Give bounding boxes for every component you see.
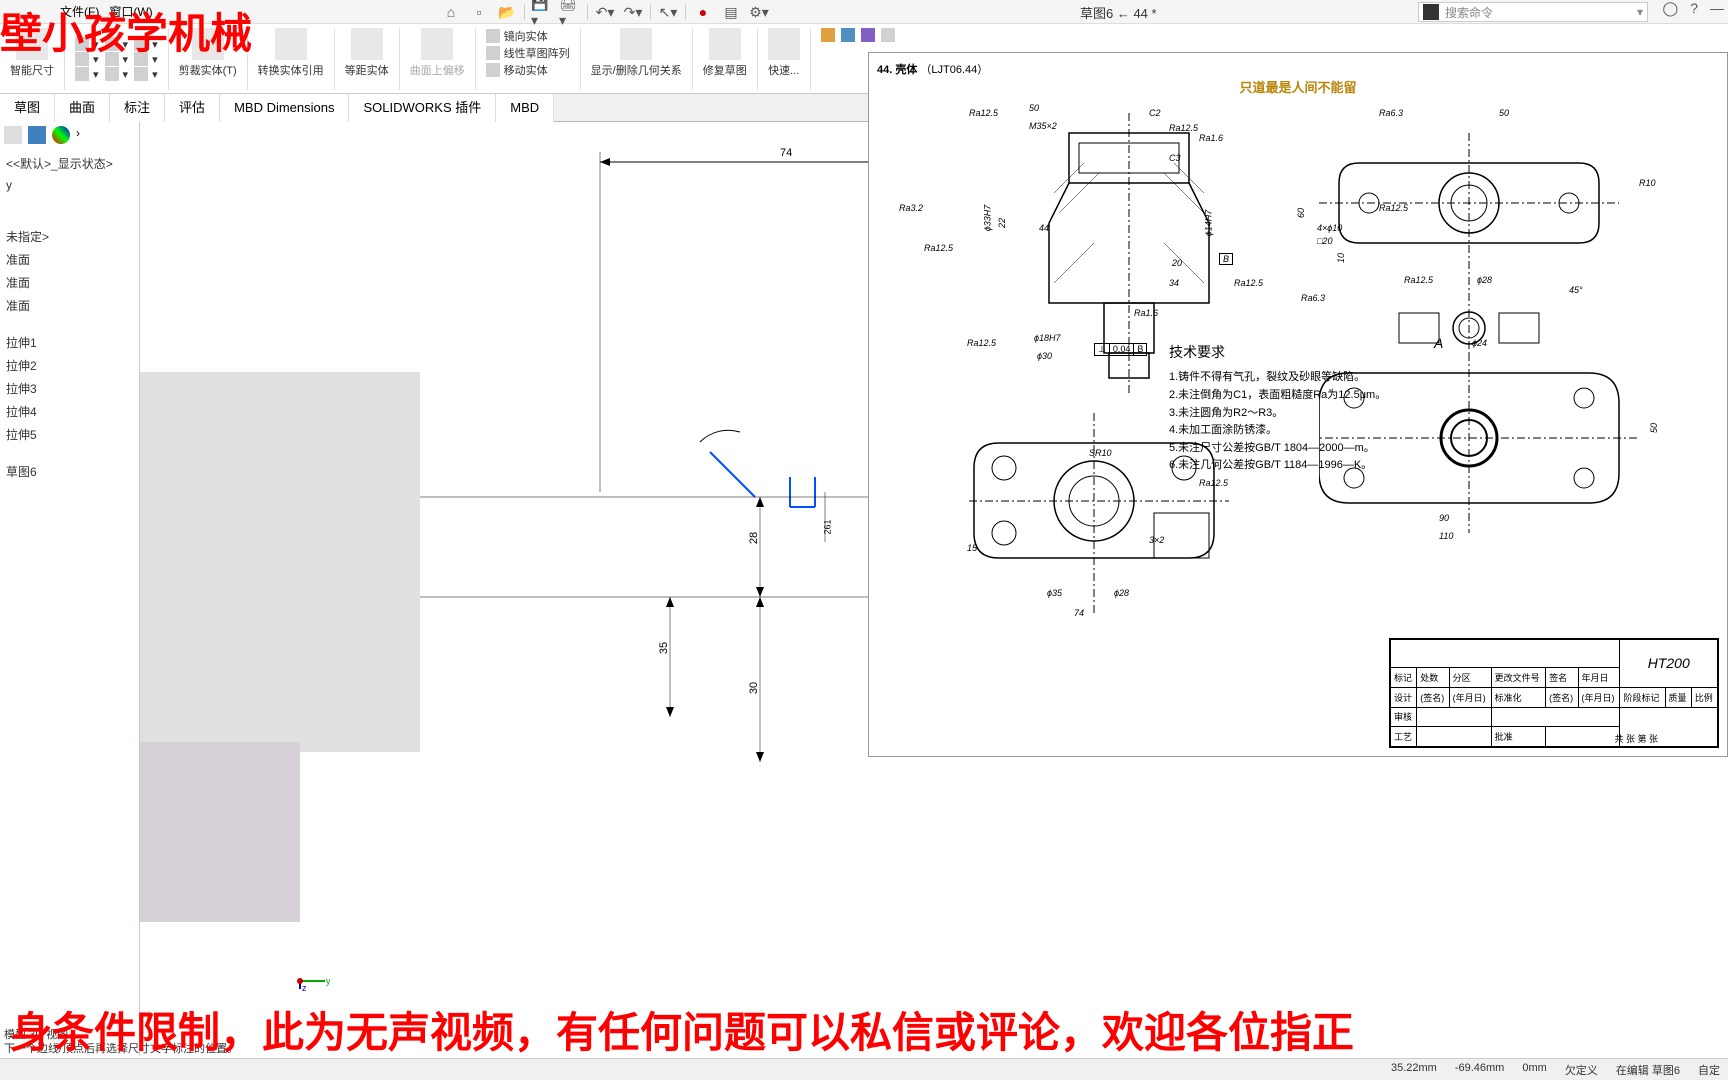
model-body-step — [140, 742, 300, 922]
tree-plane1[interactable]: 准面 — [4, 248, 135, 271]
undo-icon[interactable]: ↶▾ — [594, 2, 616, 22]
ribbon-relations[interactable]: 显示/删除几何关系 — [581, 28, 693, 90]
tree-ico2[interactable] — [28, 126, 46, 144]
gear-icon[interactable]: ⚙▾ — [748, 2, 770, 22]
status-def: 欠定义 — [1565, 1062, 1598, 1078]
tree-plane3[interactable]: 准面 — [4, 294, 135, 317]
open-icon[interactable]: 📂 — [496, 2, 518, 22]
quick-access-toolbar: ⌂ ▫ 📂 💾▾ 🖨▾ ↶▾ ↷▾ ↖▾ ● ▤ ⚙▾ — [440, 0, 770, 24]
list-icon[interactable]: ▤ — [720, 2, 742, 22]
tree-ico1[interactable] — [4, 126, 22, 144]
dim-74: 74 — [780, 147, 792, 159]
tree-history[interactable]: y — [4, 175, 135, 195]
reference-drawing-overlay: 44. 壳体 （LJT06.44） 只道最是人间不能留 Ra12.5 50 M3… — [868, 52, 1728, 757]
user-icon[interactable]: ◯ — [1663, 0, 1679, 17]
tab-annotate[interactable]: 标注 — [110, 94, 165, 122]
status-z: 0mm — [1522, 1062, 1546, 1078]
print-icon[interactable]: 🖨▾ — [559, 2, 581, 22]
tab-mbd-dims[interactable]: MBD Dimensions — [220, 94, 349, 122]
tree-ico3[interactable] — [52, 126, 70, 144]
svg-text:y: y — [326, 976, 330, 986]
search-icon — [1423, 4, 1439, 20]
rib-opt3-icon[interactable] — [861, 28, 875, 42]
ref-subtitle: 只道最是人间不能留 — [877, 77, 1719, 96]
origin-triad: y z — [290, 951, 330, 996]
tab-plugins[interactable]: SOLIDWORKS 插件 — [349, 94, 496, 122]
help-icon[interactable]: ? — [1690, 0, 1698, 17]
tree-display-state[interactable]: <<默认>_显示状态> — [4, 152, 135, 175]
ribbon-repair[interactable]: 修复草图 — [693, 28, 758, 90]
status-x: 35.22mm — [1391, 1062, 1437, 1078]
save-icon[interactable]: 💾▾ — [531, 2, 553, 22]
ribbon-move[interactable]: 移动实体 — [486, 62, 570, 78]
ref-view-top — [1319, 113, 1629, 363]
dim-30: 30 — [748, 682, 760, 694]
overlay-watermark-top: 壁小孩学机械 — [0, 0, 252, 61]
tree-extrude1[interactable]: 拉伸1 — [4, 331, 135, 354]
rib-opt1-icon[interactable] — [821, 28, 835, 42]
tree-plane2[interactable]: 准面 — [4, 271, 135, 294]
minimize-icon[interactable]: — — [1710, 0, 1724, 17]
ribbon-convert[interactable]: 转换实体引用 — [248, 28, 335, 90]
window-controls: ◯ ? — — [1663, 0, 1724, 17]
rib-point-icon[interactable]: ▾ — [105, 67, 129, 81]
ribbon-pattern[interactable]: 线性草图阵列 — [486, 45, 570, 61]
tab-mbd[interactable]: MBD — [496, 94, 554, 122]
search-input[interactable]: 搜索命令 ▾ — [1418, 2, 1648, 22]
traffic-icon[interactable]: ● — [692, 2, 714, 22]
tab-evaluate[interactable]: 评估 — [165, 94, 220, 122]
status-mode: 在编辑 草图6 — [1616, 1062, 1680, 1078]
rib-opt2-icon[interactable] — [841, 28, 855, 42]
dim-35: 35 — [658, 642, 670, 654]
rib-text-icon[interactable]: ▾ — [134, 67, 158, 81]
redo-icon[interactable]: ↷▾ — [622, 2, 644, 22]
tab-surface[interactable]: 曲面 — [55, 94, 110, 122]
dim-28: 28 — [748, 532, 760, 544]
status-auto: 自定 — [1698, 1062, 1720, 1078]
tree-extrude3[interactable]: 拉伸3 — [4, 377, 135, 400]
tree-unspec[interactable]: 未指定> — [4, 225, 135, 248]
rib-circle-icon[interactable]: ▾ — [75, 67, 99, 81]
svg-text:z: z — [302, 983, 307, 991]
tree-extrude4[interactable]: 拉伸4 — [4, 400, 135, 423]
ribbon-mirror[interactable]: 镜向实体 — [486, 28, 570, 44]
tech-requirements: 技术要求 1.铸件不得有气孔，裂纹及砂眼等缺陷。 2.未注倒角为C1，表面粗糙度… — [1169, 343, 1386, 475]
dim-261: 261 — [823, 519, 833, 534]
tree-expand-icon[interactable]: › — [76, 126, 80, 144]
status-bar: 35.22mm -69.46mm 0mm 欠定义 在编辑 草图6 自定 — [0, 1058, 1728, 1080]
status-y: -69.46mm — [1455, 1062, 1505, 1078]
home-icon[interactable]: ⌂ — [440, 2, 462, 22]
tree-sketch6[interactable]: 草图6 — [4, 460, 135, 483]
overlay-watermark-bottom: 身条件限制，此为无声视频，有任何问题可以私信或评论，欢迎各位指正 — [0, 999, 1728, 1060]
model-body-main — [140, 372, 420, 752]
new-icon[interactable]: ▫ — [468, 2, 490, 22]
select-icon[interactable]: ↖▾ — [657, 2, 679, 22]
tree-extrude2[interactable]: 拉伸2 — [4, 354, 135, 377]
search-dropdown-icon[interactable]: ▾ — [1637, 5, 1643, 19]
feature-tree-panel: › <<默认>_显示状态> y 未指定> 准面 准面 准面 拉伸1 拉伸2 拉伸… — [0, 122, 140, 1056]
ribbon-surface-offset[interactable]: 曲面上偏移 — [400, 28, 476, 90]
ribbon-offset[interactable]: 等距实体 — [335, 28, 400, 90]
document-title: 草图6 ← 44 * — [1080, 3, 1157, 22]
title-block: HT200 标记处数分区 更改文件号签名年月日 设计(签名)(年月日) 标准化(… — [1389, 638, 1719, 748]
ribbon-quick[interactable]: 快速... — [758, 28, 811, 90]
tree-extrude5[interactable]: 拉伸5 — [4, 423, 135, 446]
rib-opt4-icon[interactable] — [881, 28, 895, 42]
tab-sketch[interactable]: 草图 — [0, 94, 55, 122]
